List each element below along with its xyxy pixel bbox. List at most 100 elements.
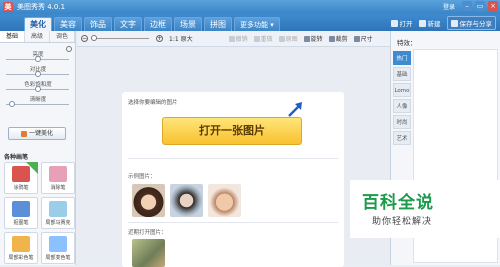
brush-label: 抠图笔	[13, 220, 29, 226]
brush-label: 涂鸦笔	[13, 185, 29, 191]
subtab-basic[interactable]: 基础	[0, 31, 25, 42]
new-file-label: 新建	[427, 20, 441, 28]
brush-section-title: 各种画笔	[4, 154, 29, 161]
tab-collage[interactable]: 拼图	[204, 17, 232, 31]
rotate-label: 旋转	[310, 36, 323, 43]
watermark: 百科全说 助你轻松解决	[350, 180, 500, 238]
brush-grid: 涂鸦笔 消除笔抠图笔 局部马赛克局部彩色笔 局部变色笔	[4, 162, 75, 264]
sample-thumbnail[interactable]	[170, 184, 203, 217]
actual-size-button[interactable]: 1:1 原大	[169, 34, 193, 43]
select-image-hint: 选择你要编辑的图片	[128, 100, 178, 106]
size-label: 尺寸	[360, 36, 373, 43]
sample-thumbnails	[132, 184, 241, 217]
effect-category-tab[interactable]: 热门	[393, 51, 411, 65]
restore-button[interactable]: ▭	[475, 1, 485, 11]
brush-tool[interactable]: 消除笔	[41, 162, 75, 194]
brush-tool[interactable]: 局部马赛克	[41, 197, 75, 229]
open-file-button[interactable]: 打开	[390, 18, 413, 28]
undo-button[interactable]: 撤销	[228, 34, 248, 43]
rotate-button[interactable]: 旋转	[303, 34, 323, 43]
tab-more-features[interactable]: 更多功能 ▾	[234, 17, 280, 31]
slider-track[interactable]	[6, 104, 69, 105]
redo-button[interactable]: 重做	[253, 34, 273, 43]
save-share-label: 保存与分享	[459, 20, 493, 28]
effect-category-tab[interactable]: Lomo	[393, 83, 411, 97]
undo-icon	[228, 35, 235, 42]
card-divider	[128, 222, 338, 223]
actual-size-label: 1:1 原大	[169, 36, 193, 43]
open-image-button[interactable]: 打开一张图片	[162, 117, 302, 145]
brush-label: 局部彩色笔	[8, 255, 34, 261]
recent-thumbnail[interactable]	[132, 239, 165, 267]
one-key-label: 一键美化	[28, 130, 53, 137]
canvas-toolbar: − + 1:1 原大 撤销 重做 原图 旋转 裁剪 尺寸	[77, 31, 390, 47]
zoom-in-button[interactable]: +	[156, 35, 163, 42]
effect-category-tab[interactable]: 时尚	[393, 115, 411, 129]
original-button[interactable]: 原图	[278, 34, 298, 43]
app-window: 美 美图秀秀 4.0.1 登录 – ▭ × 美化 美容 饰品 文字 边框 场景 …	[0, 0, 500, 267]
magic-wand-icon	[20, 130, 27, 137]
crop-label: 裁剪	[335, 36, 348, 43]
subtab-color[interactable]: 调色	[50, 31, 75, 42]
title-bar: 美 美图秀秀 4.0.1 登录 – ▭ ×	[0, 0, 500, 14]
slider-knob[interactable]	[35, 56, 41, 62]
sample-images-label: 示例图片：	[128, 174, 156, 180]
close-button[interactable]: ×	[488, 1, 498, 11]
recent-images-label: 近期打开图片：	[128, 230, 167, 236]
brush-tool[interactable]: 抠图笔	[4, 197, 38, 229]
window-title: 美图秀秀 4.0.1	[17, 3, 66, 11]
tab-text[interactable]: 文字	[114, 17, 142, 31]
color-change-icon	[49, 236, 67, 252]
redo-label: 重做	[260, 36, 273, 43]
effect-categories: 热门基础 Lomo 人像时尚艺术	[393, 51, 411, 147]
login-link[interactable]: 登录	[443, 2, 455, 11]
redo-icon	[253, 35, 260, 42]
brush-label: 局部马赛克	[45, 220, 71, 226]
scissors-icon	[12, 201, 30, 217]
tab-scene[interactable]: 场景	[174, 17, 202, 31]
brush-label: 局部变色笔	[45, 255, 71, 261]
brush-tool[interactable]: 局部变色笔	[41, 232, 75, 264]
slider-knob[interactable]	[35, 71, 41, 77]
rotate-icon	[303, 35, 310, 42]
tab-beauty[interactable]: 美容	[54, 17, 82, 31]
file-tools: 打开 新建 保存与分享	[390, 16, 496, 30]
watermark-title: 百科全说	[362, 193, 434, 213]
adjust-subtabs: 基础 高级 调色	[0, 31, 75, 43]
size-button[interactable]: 尺寸	[353, 34, 373, 43]
adjust-panel: 基础 高级 调色 亮度 对比度 色彩饱和度 清晰度 一键美化 各种画笔 涂鸦笔 消除笔抠…	[0, 31, 76, 265]
brush-tool[interactable]: 局部彩色笔	[4, 232, 38, 264]
undo-label: 撤销	[235, 36, 248, 43]
sample-thumbnail[interactable]	[208, 184, 241, 217]
sample-thumbnail[interactable]	[132, 184, 165, 217]
effect-category-tab[interactable]: 艺术	[393, 131, 411, 145]
slider-row: 清晰度	[0, 94, 75, 109]
original-label: 原图	[285, 36, 298, 43]
tab-beautify[interactable]: 美化	[24, 17, 52, 31]
paintbrush-icon	[12, 236, 30, 252]
crop-button[interactable]: 裁剪	[328, 34, 348, 43]
tab-frame[interactable]: 边框	[144, 17, 172, 31]
tab-accessories[interactable]: 饰品	[84, 17, 112, 31]
slider-knob[interactable]	[35, 86, 41, 92]
main-tab-bar: 美化 美容 饰品 文字 边框 场景 拼图 更多功能 ▾ 打开 新建 保存与分享	[0, 14, 500, 31]
brush-label: 消除笔	[50, 185, 66, 191]
new-file-button[interactable]: 新建	[418, 18, 441, 28]
effect-category-tab[interactable]: 基础	[393, 67, 411, 81]
save-share-button[interactable]: 保存与分享	[446, 16, 496, 30]
brush-tool[interactable]: 涂鸦笔	[4, 162, 38, 194]
subtab-advanced[interactable]: 高级	[25, 31, 50, 42]
minimize-button[interactable]: –	[462, 1, 472, 11]
slider-row: 色彩饱和度	[0, 79, 75, 94]
open-file-label: 打开	[399, 20, 413, 28]
card-divider	[128, 158, 338, 159]
slider-row: 对比度	[0, 64, 75, 79]
zoom-out-button[interactable]: −	[81, 35, 88, 42]
slider-knob[interactable]	[8, 101, 15, 107]
pointer-arrow-icon	[288, 102, 302, 117]
zoom-slider-knob[interactable]	[91, 35, 97, 41]
zoom-slider[interactable]	[91, 35, 149, 41]
window-controls: 登录 – ▭ ×	[443, 1, 498, 11]
one-key-beautify-button[interactable]: 一键美化	[8, 127, 66, 140]
effect-category-tab[interactable]: 人像	[393, 99, 411, 113]
